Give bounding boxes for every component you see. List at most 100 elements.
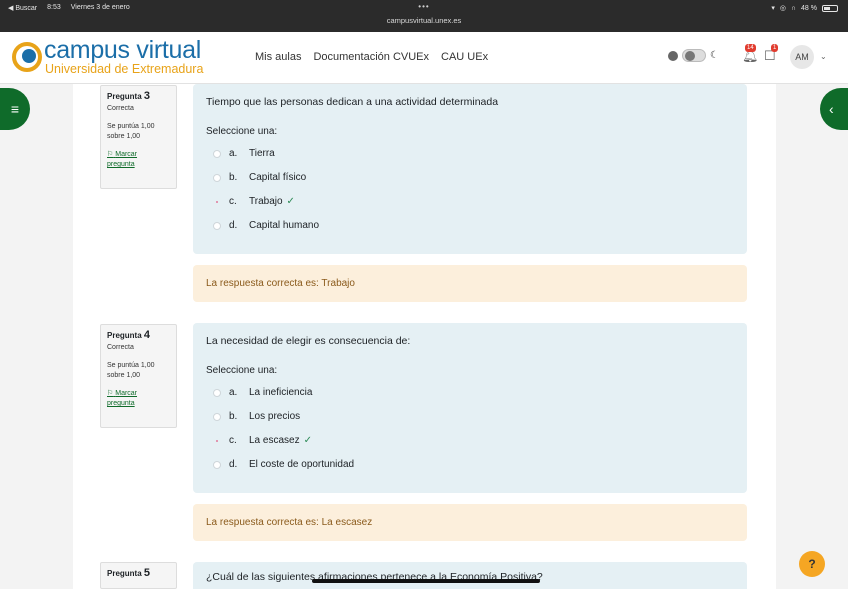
logo-title[interactable]: campus virtual [44, 36, 201, 65]
nav-documentacion[interactable]: Documentación CVUEx [313, 51, 429, 63]
question-number-value: 4 [143, 329, 151, 341]
option-letter: b. [229, 172, 238, 183]
option-text: La ineficiencia [249, 387, 313, 398]
answer-option-d[interactable]: d. El coste de oportunidad [213, 459, 354, 470]
help-button[interactable]: ? [799, 551, 825, 577]
wifi-icon: ▾ [771, 5, 775, 12]
messages-badge: 1 [771, 44, 779, 52]
option-letter: a. [229, 148, 238, 159]
question-number: Pregunta 5 [107, 568, 170, 579]
radio-button[interactable] [213, 412, 221, 421]
user-avatar[interactable]: AM [790, 45, 814, 69]
option-letter: d. [229, 220, 238, 231]
question-label: Pregunta [107, 331, 142, 340]
question-label: Pregunta [107, 92, 142, 101]
question-info-3: Pregunta 3 Correcta Se puntúa 1,00 sobre … [100, 85, 177, 189]
address-bar[interactable]: campusvirtual.unex.es [0, 16, 848, 25]
sun-icon [668, 50, 678, 61]
option-text: Tierra [249, 148, 275, 159]
course-index-toggle[interactable]: ≡ [0, 88, 30, 130]
status-right: ▾ ◎ ∩ 48 % [771, 4, 838, 12]
question-number-value: 5 [143, 567, 151, 579]
radio-button[interactable] [213, 460, 221, 469]
question-label: Pregunta [107, 569, 142, 578]
check-icon: ✓ [303, 435, 312, 446]
answer-option-c[interactable]: c. Trabajo ✓ [213, 196, 295, 207]
question-grade: Se puntúa 1,00 sobre 1,00 [107, 122, 170, 142]
check-icon: ✓ [286, 196, 295, 207]
flag-line-2: pregunta [107, 400, 135, 407]
question-number: Pregunta 4 [107, 330, 170, 341]
moon-icon: ☾ [710, 50, 719, 61]
question-grade: Se puntúa 1,00 sobre 1,00 [107, 361, 170, 381]
question-number: Pregunta 3 [107, 91, 170, 102]
question-card-3: Tiempo que las personas dedican a una ac… [193, 84, 747, 254]
chevron-down-icon[interactable]: ⌄ [820, 52, 827, 61]
option-letter: c. [229, 196, 237, 207]
question-text: La necesidad de elegir es consecuencia d… [206, 335, 411, 347]
browser-menu-dots[interactable]: ••• [0, 2, 848, 11]
block-drawer-toggle[interactable]: ‹ [820, 88, 848, 130]
flag-line-2: pregunta [107, 161, 135, 168]
flag-line-1: Marcar [115, 390, 138, 397]
home-indicator [312, 579, 540, 583]
campus-logo-icon[interactable] [12, 42, 42, 72]
radio-button[interactable] [213, 221, 221, 230]
nav-mis-aulas[interactable]: Mis aulas [255, 51, 301, 63]
menu-icon: ≡ [10, 101, 19, 117]
radio-button-selected[interactable] [213, 198, 221, 206]
headphones-icon: ∩ [791, 4, 797, 12]
flag-icon: ⚐ [107, 390, 114, 397]
notifications-bell-icon[interactable]: 🔔︎ 14 [742, 44, 759, 64]
answer-prompt: Seleccione una: [206, 365, 278, 376]
option-text: Capital humano [249, 220, 320, 231]
option-letter: c. [229, 435, 237, 446]
answer-option-b[interactable]: b. Los precios [213, 411, 300, 422]
nav-cau[interactable]: CAU UEx [441, 51, 488, 63]
flag-question-link[interactable]: ⚐ Marcar pregunta [107, 389, 170, 409]
battery-icon [822, 4, 838, 12]
answer-prompt: Seleccione una: [206, 126, 278, 137]
grade-line-1: Se puntúa 1,00 [107, 362, 155, 369]
radio-button-selected[interactable] [213, 437, 221, 445]
option-text: La escasez [249, 435, 300, 446]
answer-option-a[interactable]: a. Tierra [213, 148, 275, 159]
question-number-value: 3 [143, 90, 151, 102]
option-letter: b. [229, 411, 238, 422]
correct-answer-feedback-3: La respuesta correcta es: Trabajo [193, 265, 747, 302]
battery-level: 48 % [801, 4, 817, 12]
question-card-4: La necesidad de elegir es consecuencia d… [193, 323, 747, 493]
option-text: Trabajo [249, 196, 283, 207]
theme-switch[interactable] [682, 49, 706, 62]
answer-option-c[interactable]: c. La escasez ✓ [213, 435, 312, 446]
primary-nav: Mis aulas Documentación CVUEx CAU UEx [255, 51, 488, 63]
answer-option-b[interactable]: b. Capital físico [213, 172, 306, 183]
radio-button[interactable] [213, 173, 221, 182]
logo-subtitle: Universidad de Extremadura [45, 62, 204, 76]
radio-button[interactable] [213, 149, 221, 158]
answer-option-d[interactable]: d. Capital humano [213, 220, 319, 231]
answer-option-a[interactable]: a. La ineficiencia [213, 387, 312, 398]
option-text: Capital físico [249, 172, 307, 183]
flag-question-link[interactable]: ⚐ Marcar pregunta [107, 150, 170, 170]
option-letter: d. [229, 459, 238, 470]
question-info-5: Pregunta 5 [100, 562, 177, 589]
flag-icon: ⚐ [107, 151, 114, 158]
notifications-badge: 14 [745, 44, 756, 52]
grade-line-1: Se puntúa 1,00 [107, 123, 155, 130]
location-icon: ◎ [779, 5, 786, 12]
status-bar: ◀ Buscar 8:53 Viernes 3 de enero ••• cam… [0, 0, 848, 32]
correct-answer-feedback-4: La respuesta correcta es: La escasez [193, 504, 747, 541]
messages-icon[interactable]: ☐ 1 [764, 44, 779, 64]
question-state: Correcta [107, 105, 134, 112]
radio-button[interactable] [213, 388, 221, 397]
grade-line-2: sobre 1,00 [107, 372, 141, 379]
question-info-4: Pregunta 4 Correcta Se puntúa 1,00 sobre … [100, 324, 177, 428]
theme-toggle[interactable]: ☾ [668, 49, 719, 62]
option-letter: a. [229, 387, 238, 398]
option-text: Los precios [249, 411, 301, 422]
flag-line-1: Marcar [115, 151, 138, 158]
chevron-left-icon: ‹ [829, 101, 834, 117]
option-text: El coste de oportunidad [249, 459, 355, 470]
grade-line-2: sobre 1,00 [107, 133, 141, 140]
